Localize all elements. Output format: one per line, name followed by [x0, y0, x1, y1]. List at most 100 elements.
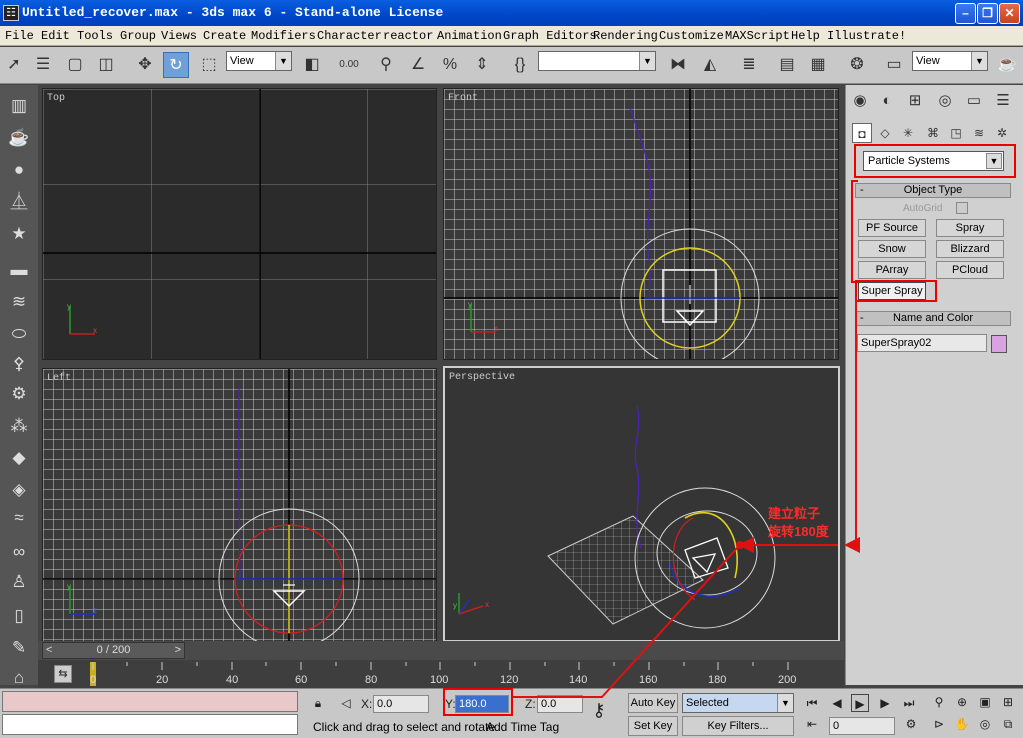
pivot-icon[interactable]: ◧: [299, 52, 325, 78]
time-config-icon[interactable]: ⚙: [902, 715, 920, 733]
snow-button[interactable]: Snow: [858, 240, 926, 258]
parray-button[interactable]: PArray: [858, 261, 926, 279]
spinner-snap-icon[interactable]: ⇕: [469, 52, 495, 78]
blizzard-button[interactable]: Blizzard: [936, 240, 1004, 258]
object-color-swatch[interactable]: [991, 335, 1007, 353]
goto-end-icon[interactable]: ⏭: [900, 694, 918, 712]
menu-rendering[interactable]: Rendering: [593, 29, 658, 43]
maximize-viewport-icon[interactable]: ⧉: [999, 715, 1017, 733]
zoom-extents-icon[interactable]: ▣: [976, 693, 994, 711]
menu-edit[interactable]: Edit: [41, 29, 70, 43]
menu-file[interactable]: File: [5, 29, 34, 43]
fluid-icon[interactable]: ✎: [6, 635, 32, 661]
viewport-front[interactable]: Front y x: [443, 88, 839, 360]
cameras-subtab-icon[interactable]: ⌘: [923, 123, 943, 143]
box-icon[interactable]: ▥: [6, 93, 32, 119]
percent-snap-icon[interactable]: %: [437, 52, 463, 78]
viewport-top[interactable]: Top y x: [42, 88, 437, 360]
track-bar[interactable]: ⇆ 0 20 40 60 80 100 120 140 160 180 200: [38, 660, 844, 688]
absolute-mode-icon[interactable]: ◁: [337, 694, 355, 712]
cone-icon[interactable]: ⏅: [6, 189, 32, 215]
hierarchy-tab-icon[interactable]: ⊞: [903, 89, 927, 113]
viewport-perspective[interactable]: Perspective y x: [443, 366, 840, 642]
zoom-extents-all-icon[interactable]: ⊞: [999, 693, 1017, 711]
prev-frame-icon[interactable]: ◀: [828, 694, 846, 712]
pcloud-button[interactable]: PCloud: [936, 261, 1004, 279]
star-icon[interactable]: ★: [6, 221, 32, 247]
menu-help[interactable]: Help: [791, 29, 820, 43]
utilities-tab-icon[interactable]: ☰: [991, 89, 1015, 113]
time-slider[interactable]: < 0 / 200 >: [38, 641, 844, 660]
name-and-color-rollout[interactable]: - Name and Color: [855, 311, 1011, 326]
mirror-icon[interactable]: ⧓: [665, 52, 691, 78]
menu-create[interactable]: Create: [203, 29, 246, 43]
maximize-button[interactable]: ❐: [977, 3, 998, 24]
menu-modifiers[interactable]: Modifiers: [251, 29, 316, 43]
maxscript-listener-pink[interactable]: [2, 691, 298, 712]
book-icon[interactable]: ▯: [6, 603, 32, 629]
spinner-snap-readout[interactable]: 0.00: [336, 52, 362, 78]
cloth-icon[interactable]: ◈: [6, 477, 32, 503]
menu-reactor[interactable]: reactor: [383, 29, 433, 43]
app-icon[interactable]: ☷: [3, 5, 19, 21]
named-selection-dropdown[interactable]: ▼: [538, 51, 656, 71]
biped-icon[interactable]: ♙: [6, 569, 32, 595]
reference-coord-dropdown[interactable]: View ▼: [226, 51, 292, 71]
menu-graph-editors[interactable]: Graph Editors: [503, 29, 597, 43]
add-time-tag-button[interactable]: Add Time Tag: [486, 720, 559, 734]
zoom-icon[interactable]: ⚲: [930, 693, 948, 711]
display-tab-icon[interactable]: ▭: [962, 89, 986, 113]
patch-icon[interactable]: ◆: [6, 445, 32, 471]
teapot-icon[interactable]: ☕: [6, 125, 32, 151]
object-type-rollout[interactable]: - Object Type: [855, 183, 1011, 198]
menu-tools[interactable]: Tools: [77, 29, 113, 43]
menu-customize[interactable]: Customize: [659, 29, 724, 43]
plane-icon[interactable]: ▬: [6, 257, 32, 283]
fov-icon[interactable]: ⊳: [930, 715, 948, 733]
lathe-icon[interactable]: ⚴: [6, 351, 32, 377]
material-editor-icon[interactable]: ❂: [844, 52, 870, 78]
x-coordinate-field[interactable]: 0.0: [373, 695, 429, 713]
shapes-subtab-icon[interactable]: ◇: [875, 123, 895, 143]
maxscript-listener-white[interactable]: [2, 714, 298, 735]
menu-maxscript[interactable]: MAXScript: [725, 29, 790, 43]
scale-icon[interactable]: ⬚: [196, 52, 222, 78]
pan-icon[interactable]: ✋: [953, 715, 971, 733]
render-scene-icon[interactable]: ▭: [881, 52, 907, 78]
snaps-icon[interactable]: ⚲: [373, 52, 399, 78]
play-icon[interactable]: ▶: [851, 694, 869, 712]
key-icon[interactable]: ⚷: [590, 701, 608, 719]
viewport-left[interactable]: Left y z: [42, 368, 437, 642]
named-selection-icon[interactable]: {}: [507, 52, 533, 78]
menu-illustrate[interactable]: Illustrate!: [827, 29, 906, 43]
autogrid-checkbox[interactable]: [956, 202, 968, 214]
create-tab-icon[interactable]: ◉: [848, 89, 872, 113]
time-slider-handle[interactable]: < 0 / 200 >: [42, 642, 185, 659]
move-icon[interactable]: ✥: [132, 52, 158, 78]
menu-group[interactable]: Group: [120, 29, 156, 43]
prev-frame-arrow-icon[interactable]: <: [46, 643, 52, 658]
rect-select-icon[interactable]: ▢: [62, 52, 88, 78]
window-crossing-icon[interactable]: ◫: [93, 52, 119, 78]
next-frame-arrow-icon[interactable]: >: [175, 643, 181, 658]
curve-editor-icon[interactable]: ▤: [774, 52, 800, 78]
minimize-button[interactable]: –: [955, 3, 976, 24]
lock-selection-icon[interactable]: 🔒︎: [309, 694, 327, 712]
render-type-dropdown[interactable]: View ▼: [912, 51, 988, 71]
menu-animation[interactable]: Animation: [437, 29, 502, 43]
set-key-button[interactable]: Set Key: [628, 716, 678, 736]
motion-tab-icon[interactable]: ◎: [933, 89, 957, 113]
align-icon[interactable]: ◭: [697, 52, 723, 78]
menu-character[interactable]: Character: [317, 29, 382, 43]
layers-icon[interactable]: ≣: [736, 52, 762, 78]
quick-render-icon[interactable]: ☕: [994, 52, 1020, 78]
menu-views[interactable]: Views: [161, 29, 197, 43]
key-mode-toggle-icon[interactable]: ⇤: [803, 715, 821, 733]
spray-button[interactable]: Spray: [936, 219, 1004, 237]
key-filters-button[interactable]: Key Filters...: [682, 716, 794, 736]
zoom-all-icon[interactable]: ⊕: [953, 693, 971, 711]
schematic-view-icon[interactable]: ▦: [805, 52, 831, 78]
gear-icon[interactable]: ⚙: [6, 381, 32, 407]
lights-subtab-icon[interactable]: ✳: [898, 123, 918, 143]
capsule-icon[interactable]: ⬭: [6, 321, 32, 347]
